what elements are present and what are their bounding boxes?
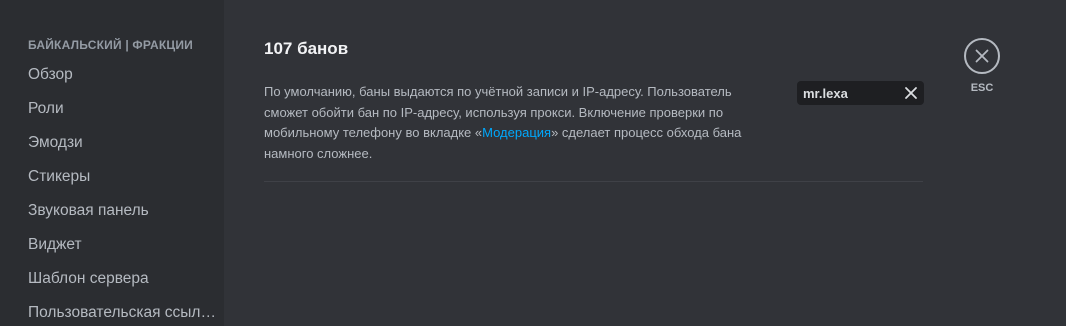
ban-search-box bbox=[797, 81, 924, 105]
sidebar-item-overview[interactable]: Обзор bbox=[20, 58, 216, 92]
ban-search-input[interactable] bbox=[803, 81, 899, 105]
sidebar-item-vanity-url[interactable]: Пользовательская ссылка bbox=[20, 296, 216, 326]
bans-description: По умолчанию, баны выдаются по учётной з… bbox=[264, 82, 764, 164]
sidebar-header: БАЙКАЛЬСКИЙ | ФРАКЦИИ bbox=[28, 38, 194, 52]
close-icon bbox=[975, 49, 989, 63]
settings-sidebar: БАЙКАЛЬСКИЙ | ФРАКЦИИ Обзор Роли Эмодзи … bbox=[0, 0, 224, 326]
page-title: 107 банов bbox=[264, 39, 349, 58]
close-button[interactable] bbox=[964, 38, 1000, 74]
esc-label: ESC bbox=[970, 82, 994, 94]
settings-window: БАЙКАЛЬСКИЙ | ФРАКЦИИ Обзор Роли Эмодзи … bbox=[0, 0, 1066, 326]
sidebar-item-soundboard[interactable]: Звуковая панель bbox=[20, 194, 216, 228]
sidebar-item-roles[interactable]: Роли bbox=[20, 92, 216, 126]
sidebar-item-emoji[interactable]: Эмодзи bbox=[20, 126, 216, 160]
sidebar-item-widget[interactable]: Виджет bbox=[20, 228, 216, 262]
close-icon[interactable] bbox=[904, 86, 918, 100]
section-divider bbox=[264, 181, 923, 182]
moderation-link[interactable]: Модерация bbox=[482, 125, 551, 140]
bans-panel: 107 банов По умолчанию, баны выдаются по… bbox=[224, 0, 1066, 326]
close-settings: ESC bbox=[964, 38, 1000, 94]
sidebar-item-server-template[interactable]: Шаблон сервера bbox=[20, 262, 216, 296]
sidebar-item-stickers[interactable]: Стикеры bbox=[20, 160, 216, 194]
